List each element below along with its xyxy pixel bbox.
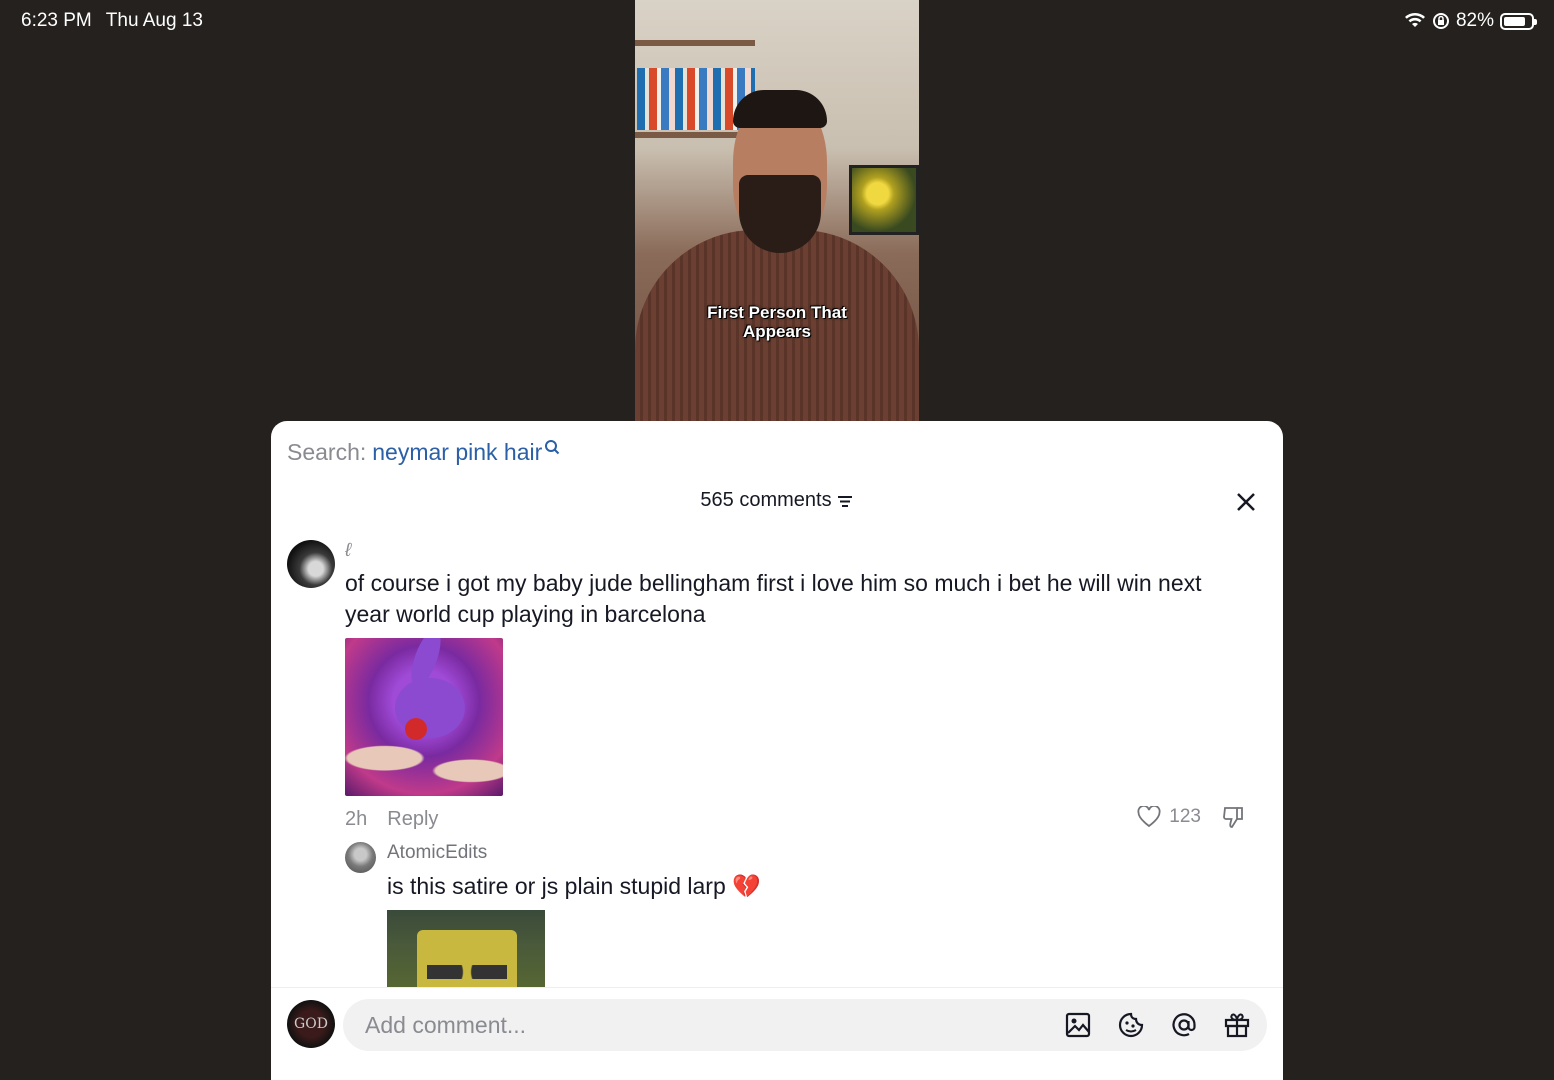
caption-line-2: Appears <box>742 322 812 341</box>
wifi-icon <box>1404 13 1425 27</box>
dislike-icon[interactable] <box>1221 805 1247 829</box>
comment-text: of course i got my baby jude bellingham … <box>345 570 1202 627</box>
mention-icon[interactable] <box>1170 1011 1198 1039</box>
video-player[interactable]: First Person That Appears <box>635 0 919 424</box>
input-icons <box>1064 1011 1251 1039</box>
my-avatar[interactable]: GOD <box>287 1000 335 1048</box>
video-caption: First Person That Appears <box>635 303 919 341</box>
status-time: 6:23 PM <box>21 10 92 31</box>
close-icon[interactable] <box>1233 489 1259 515</box>
reply-text: is this satire or js plain stupid larp 💔 <box>387 873 761 899</box>
comment-body: ℓ of course i got my baby jude bellingha… <box>345 540 1245 831</box>
search-label: Search: <box>287 439 367 465</box>
comment-meta: 2h Reply <box>345 808 1245 831</box>
status-bar-left: 6:23 PM Thu Aug 13 <box>21 10 203 32</box>
battery-fill <box>1504 16 1526 26</box>
battery-percent: 82% <box>1455 10 1494 31</box>
avatar[interactable] <box>287 540 335 588</box>
search-query[interactable]: neymar pink hair <box>372 439 542 466</box>
comments-count: 565 comments <box>700 489 832 511</box>
image-icon[interactable] <box>1064 1011 1092 1039</box>
gift-icon[interactable] <box>1223 1011 1251 1039</box>
rotation-lock-icon <box>1432 13 1449 29</box>
heart-icon[interactable] <box>1137 806 1161 828</box>
sponge-eyes <box>427 965 507 979</box>
character-hands <box>345 733 503 796</box>
comment-input-bar: GOD <box>271 987 1283 1080</box>
sort-icon[interactable] <box>836 493 854 509</box>
search-suggestion[interactable]: Search: neymar pink hair <box>287 439 560 466</box>
comment-actions: 123 <box>1137 805 1247 829</box>
emoji-icon[interactable] <box>1117 1011 1145 1039</box>
comment-input-wrapper[interactable] <box>343 999 1267 1051</box>
comment-username[interactable]: ℓ <box>345 540 1245 562</box>
comments-header[interactable]: 565 comments <box>271 489 1283 512</box>
reply-button[interactable]: Reply <box>387 808 438 831</box>
status-date: Thu Aug 13 <box>105 10 203 31</box>
comment-input[interactable] <box>343 1011 1023 1039</box>
status-bar-right: 82% <box>1404 10 1537 32</box>
monitor <box>849 165 919 235</box>
reply-username[interactable]: AtomicEdits <box>387 842 761 864</box>
battery-icon <box>1500 12 1537 30</box>
shelf <box>635 40 755 46</box>
caption-line-1: First Person That <box>707 303 847 322</box>
person-hair <box>733 90 827 128</box>
comments-panel: Search: neymar pink hair 565 comments ℓ … <box>271 421 1283 1080</box>
avatar[interactable] <box>345 842 376 873</box>
comment-image[interactable] <box>345 638 503 796</box>
reply-body: AtomicEdits is this satire or js plain s… <box>387 842 761 1000</box>
search-icon <box>545 439 560 454</box>
like-count: 123 <box>1169 806 1201 827</box>
comment-time: 2h <box>345 808 368 830</box>
